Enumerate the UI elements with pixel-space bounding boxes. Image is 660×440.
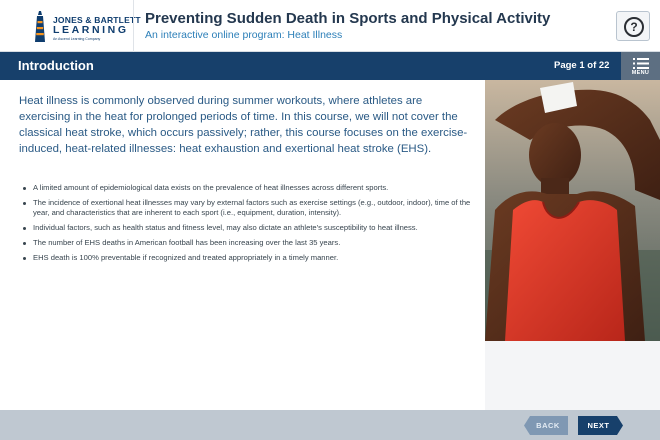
question-circle-icon: ? (624, 17, 644, 37)
logo-tagline: An Ascend Learning Company (53, 37, 101, 41)
bullet-text: The incidence of exertional heat illness… (33, 198, 471, 218)
bullet-dot (23, 257, 26, 261)
bullet-text: The number of EHS deaths in American foo… (33, 238, 341, 248)
section-titlebar: Introduction Page 1 of 22 (0, 52, 660, 80)
menu-label: MENU (631, 70, 650, 76)
course-title: Preventing Sudden Death in Sports and Ph… (145, 10, 551, 27)
bullet-text: EHS death is 100% preventable if recogni… (33, 253, 339, 263)
bullet-dot (23, 202, 26, 206)
main-content: Heat illness is commonly observed during… (0, 80, 485, 410)
back-button-label: BACK (536, 421, 560, 430)
app-header: JONES & BARTLETT LEARNING An Ascend Lear… (0, 0, 660, 52)
athlete-illustration (485, 80, 660, 341)
header-divider (133, 0, 134, 52)
logo-text-learning: LEARNING (53, 24, 129, 36)
course-subtitle: An interactive online program: Heat Illn… (145, 29, 343, 41)
bullet-dot (23, 227, 26, 231)
next-button-label: NEXT (587, 421, 610, 430)
photo-bottom-panel (485, 341, 660, 410)
back-button[interactable]: BACK (524, 416, 568, 435)
list-item: A limited amount of epidemiological data… (23, 183, 475, 193)
list-item: EHS death is 100% preventable if recogni… (23, 253, 475, 263)
bullet-dot (23, 187, 26, 190)
next-button[interactable]: NEXT (578, 416, 623, 435)
bullet-list: A limited amount of epidemiological data… (23, 183, 475, 269)
bullet-text: Individual factors, such as health statu… (33, 223, 418, 233)
list-item: The number of EHS deaths in American foo… (23, 238, 475, 248)
athlete-photo (485, 80, 660, 341)
menu-button[interactable]: MENU (621, 52, 660, 80)
jones-bartlett-logo: JONES & BARTLETT LEARNING An Ascend Lear… (28, 7, 141, 47)
list-item: The incidence of exertional heat illness… (23, 198, 475, 218)
page-indicator: Page 1 of 22 (554, 60, 610, 71)
section-title: Introduction (18, 58, 94, 73)
bullet-text: A limited amount of epidemiological data… (33, 183, 389, 192)
list-item: Individual factors, such as health statu… (23, 223, 475, 233)
lighthouse-icon (35, 11, 45, 42)
bullet-dot (23, 242, 26, 246)
intro-paragraph: Heat illness is commonly observed during… (19, 95, 468, 156)
list-menu-icon (633, 58, 649, 69)
help-button[interactable]: ? (616, 11, 650, 41)
